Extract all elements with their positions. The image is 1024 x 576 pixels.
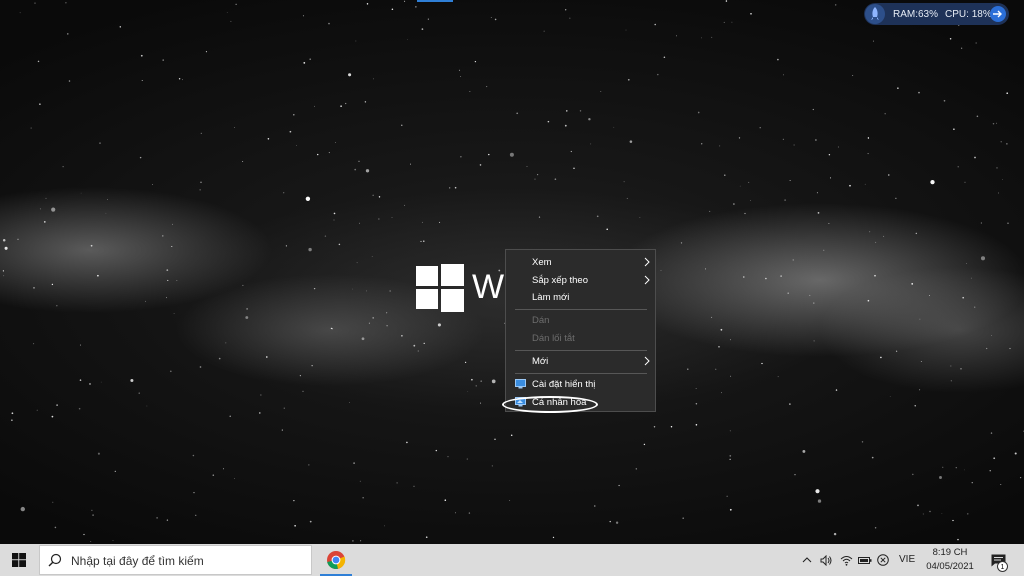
close-circle-icon[interactable] xyxy=(875,544,891,576)
menu-separator xyxy=(515,350,647,351)
chevron-right-icon xyxy=(644,275,650,288)
language-indicator[interactable]: VIE xyxy=(899,554,915,565)
menu-item-sort-by[interactable]: Sắp xếp theo xyxy=(506,272,655,289)
battery-icon[interactable] xyxy=(857,544,873,576)
clock-time: 8:19 CH xyxy=(932,547,968,558)
menu-item-paste[interactable]: Dán xyxy=(506,312,655,329)
taskbar-clock[interactable]: 8:19 CH 04/05/2021 xyxy=(920,546,980,574)
clock-date: 04/05/2021 xyxy=(926,561,974,572)
notification-count-badge: 1 xyxy=(997,561,1008,572)
taskbar-search-box[interactable]: Nhập tại đây để tìm kiếm xyxy=(39,545,312,575)
menu-item-label: Làm mới xyxy=(532,292,570,303)
ram-usage: RAM:63% xyxy=(893,8,939,20)
menu-separator xyxy=(515,309,647,310)
display-settings-icon xyxy=(515,379,526,392)
chrome-icon xyxy=(327,551,346,570)
chevron-right-icon xyxy=(644,257,650,270)
menu-item-label: Xem xyxy=(532,257,552,268)
windows-start-icon xyxy=(12,553,26,567)
menu-separator xyxy=(515,373,647,374)
search-icon xyxy=(48,553,62,572)
rocket-icon[interactable] xyxy=(865,4,885,24)
search-placeholder: Nhập tại đây để tìm kiếm xyxy=(71,554,204,568)
menu-item-refresh[interactable]: Làm mới xyxy=(506,289,655,306)
menu-item-label: Mới xyxy=(532,356,549,367)
chevron-right-icon xyxy=(644,356,650,369)
taskbar-chrome-button[interactable] xyxy=(318,544,354,576)
windows-logo-text: Wi xyxy=(472,268,506,306)
start-button[interactable] xyxy=(0,544,38,576)
wifi-icon[interactable] xyxy=(838,544,854,576)
show-hidden-icons-chevron-up-icon[interactable] xyxy=(800,544,814,576)
menu-item-label: Dán xyxy=(532,315,550,326)
annotation-circle xyxy=(502,396,598,413)
volume-icon[interactable] xyxy=(818,544,834,576)
arrow-right-icon[interactable] xyxy=(990,6,1006,22)
desktop-context-menu: Xem Sắp xếp theo Làm mới Dán Dán lối tắt… xyxy=(505,249,656,412)
menu-item-paste-shortcut[interactable]: Dán lối tắt xyxy=(506,330,655,347)
menu-item-display-settings[interactable]: Cài đặt hiển thị xyxy=(506,376,655,393)
desktop-background[interactable]: Wi RAM:63% CPU: 18% Xem Sắp xếp theo Làm… xyxy=(0,0,1024,544)
top-indicator-bar xyxy=(417,0,453,2)
menu-item-view[interactable]: Xem xyxy=(506,254,655,271)
menu-item-label: Sắp xếp theo xyxy=(532,275,588,286)
performance-widget[interactable]: RAM:63% CPU: 18% xyxy=(864,3,1009,25)
cpu-usage: CPU: 18% xyxy=(945,8,992,20)
taskbar: Nhập tại đây để tìm kiếm VIE 8:19 CH 04/… xyxy=(0,544,1024,576)
menu-item-new[interactable]: Mới xyxy=(506,353,655,370)
windows-logo-icon xyxy=(416,264,464,312)
menu-item-label: Dán lối tắt xyxy=(532,333,575,344)
menu-item-label: Cài đặt hiển thị xyxy=(532,379,596,390)
